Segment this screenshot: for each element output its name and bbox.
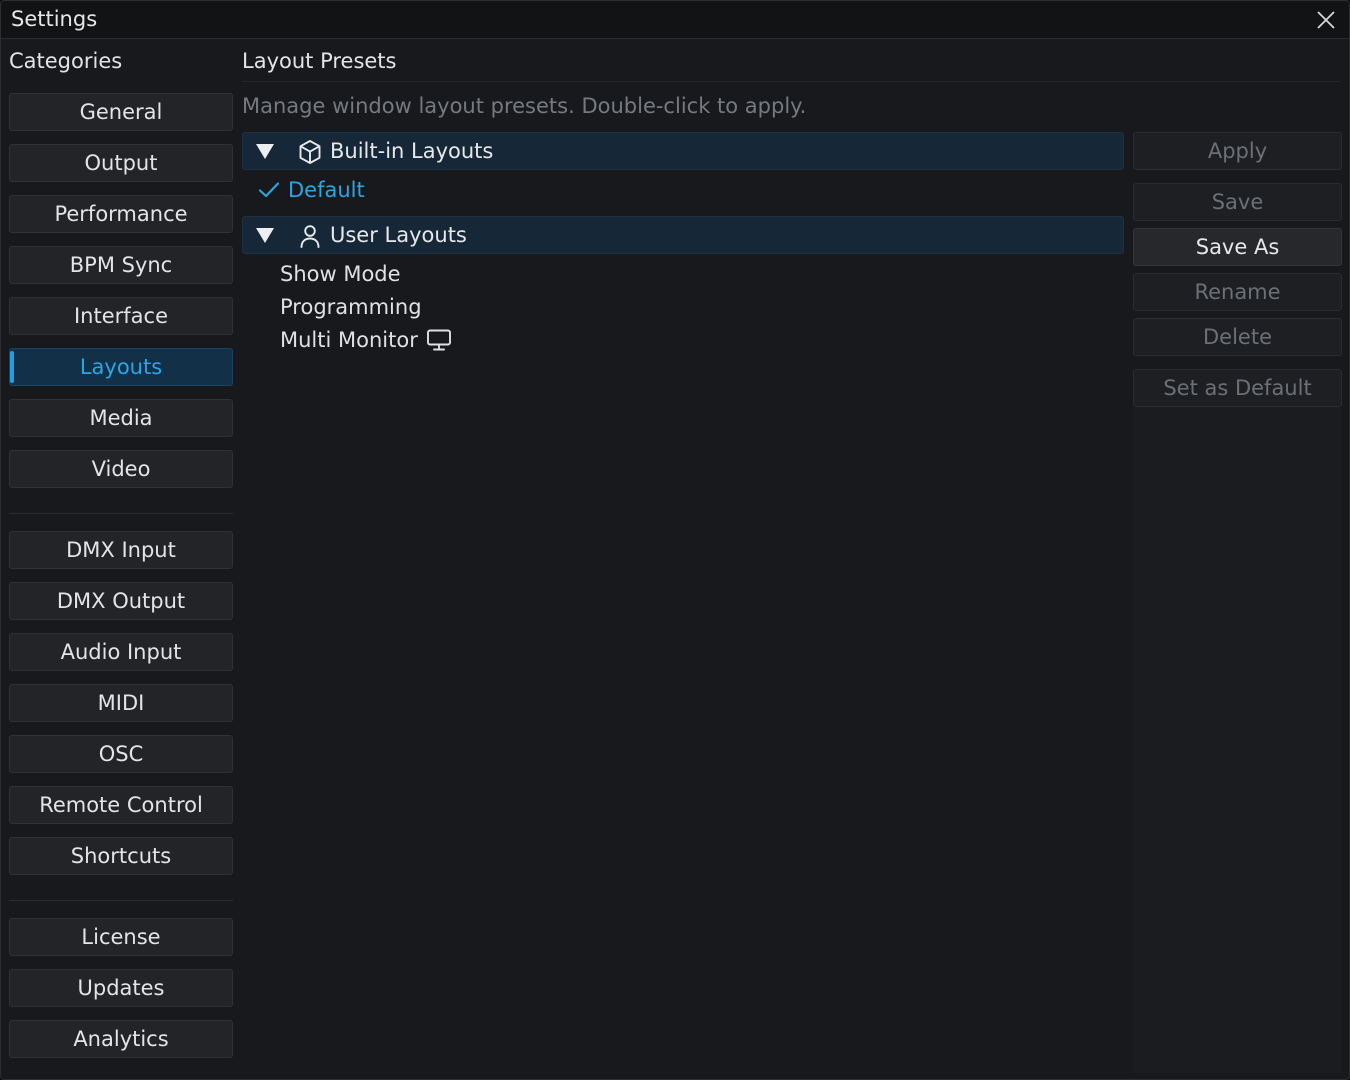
user-icon <box>298 223 322 253</box>
action-panel-background <box>1133 407 1342 1073</box>
sidebar-item-video[interactable]: Video <box>9 450 233 488</box>
sidebar-item-midi[interactable]: MIDI <box>9 684 233 722</box>
set-as-default-button[interactable]: Set as Default <box>1133 369 1342 407</box>
expand-arrow-icon[interactable] <box>256 228 274 243</box>
layout-item-default[interactable]: Default <box>257 178 365 202</box>
close-icon[interactable] <box>1315 9 1337 31</box>
page-title: Layout Presets <box>242 49 397 73</box>
sidebar-item-general[interactable]: General <box>9 93 233 131</box>
apply-button[interactable]: Apply <box>1133 132 1342 170</box>
sidebar-item-remote-control[interactable]: Remote Control <box>9 786 233 824</box>
layout-item-show-mode[interactable]: Show Mode <box>280 262 401 286</box>
sidebar-item-media[interactable]: Media <box>9 399 233 437</box>
check-icon <box>257 178 281 202</box>
sidebar-item-dmx-output[interactable]: DMX Output <box>9 582 233 620</box>
monitor-icon <box>426 328 452 352</box>
save-as-button[interactable]: Save As <box>1133 228 1342 266</box>
sidebar-divider <box>9 513 233 514</box>
window-title: Settings <box>11 7 98 31</box>
sidebar-item-osc[interactable]: OSC <box>9 735 233 773</box>
save-button[interactable]: Save <box>1133 183 1342 221</box>
rename-button[interactable]: Rename <box>1133 273 1342 311</box>
builtin-layouts-header[interactable]: Built-in Layouts <box>242 132 1124 170</box>
layout-item-programming[interactable]: Programming <box>280 295 422 319</box>
builtin-layouts-label: Built-in Layouts <box>330 139 494 163</box>
expand-arrow-icon[interactable] <box>256 144 274 159</box>
settings-window: Settings Categories General Output Perfo… <box>0 0 1350 1080</box>
layout-item-multi-monitor[interactable]: Multi Monitor <box>280 328 452 352</box>
sidebar-item-performance[interactable]: Performance <box>9 195 233 233</box>
sidebar-item-license[interactable]: License <box>9 918 233 956</box>
sidebar-item-dmx-input[interactable]: DMX Input <box>9 531 233 569</box>
layout-item-label: Programming <box>280 295 422 319</box>
sidebar-item-output[interactable]: Output <box>9 144 233 182</box>
sidebar-item-layouts[interactable]: Layouts <box>9 348 233 386</box>
layout-item-label: Show Mode <box>280 262 401 286</box>
sidebar-item-interface[interactable]: Interface <box>9 297 233 335</box>
sidebar-divider <box>9 900 233 901</box>
sidebar-item-bpm-sync[interactable]: BPM Sync <box>9 246 233 284</box>
panel-description: Manage window layout presets. Double-cli… <box>242 94 807 118</box>
sidebar-item-updates[interactable]: Updates <box>9 969 233 1007</box>
layout-item-label: Multi Monitor <box>280 328 418 352</box>
cube-icon <box>298 139 322 169</box>
title-bar: Settings <box>1 1 1349 39</box>
sidebar-item-analytics[interactable]: Analytics <box>9 1020 233 1058</box>
layout-item-label: Default <box>288 178 365 202</box>
sidebar-item-shortcuts[interactable]: Shortcuts <box>9 837 233 875</box>
user-layouts-header[interactable]: User Layouts <box>242 216 1124 254</box>
user-layouts-label: User Layouts <box>330 223 467 247</box>
categories-header: Categories <box>9 49 123 73</box>
delete-button[interactable]: Delete <box>1133 318 1342 356</box>
title-divider <box>242 81 1341 82</box>
sidebar-item-audio-input[interactable]: Audio Input <box>9 633 233 671</box>
